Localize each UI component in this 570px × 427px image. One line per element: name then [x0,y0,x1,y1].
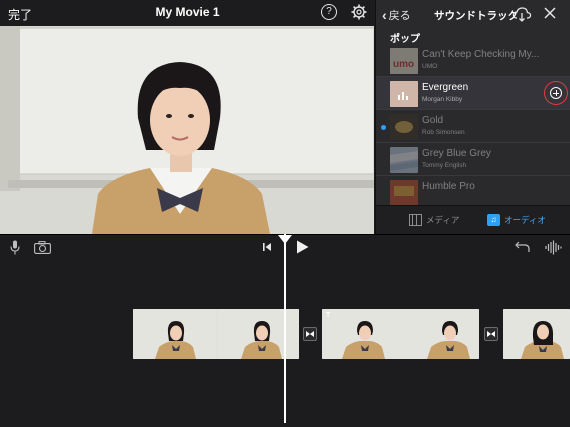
clip-thumbnails [133,309,299,359]
transition-button[interactable] [484,327,498,341]
clip-thumbnails [322,309,479,359]
chevron-left-icon: ‹ [382,6,387,23]
album-art [390,81,418,107]
help-button[interactable]: ? [321,4,337,20]
top-toolbar: 完了 My Movie 1 ? [0,0,375,26]
track-row-selected[interactable]: Evergreen Morgan Kibby [376,77,570,110]
track-artist: Tommy English [422,162,467,169]
camera-icon[interactable] [34,241,51,254]
microphone-icon[interactable] [10,240,20,255]
film-icon [409,214,422,226]
close-icon[interactable] [544,7,556,19]
svg-text:umo: umo [393,59,414,70]
track-title: Gold [422,115,444,126]
project-title: My Movie 1 [155,5,220,19]
in-use-indicator [381,125,386,130]
audio-waveform-icon[interactable] [545,240,562,255]
play-icon[interactable] [296,240,309,254]
video-preview[interactable] [0,26,374,234]
tab-media-label: メディア [426,215,460,225]
undo-icon[interactable] [515,241,530,253]
transition-button[interactable] [303,327,317,341]
back-label: 戻る [388,10,411,22]
track-artist: Morgan Kibby [422,96,463,103]
cloud-download-icon[interactable] [512,6,532,22]
panel-header: ‹ 戻る サウンドトラック [376,0,570,30]
genre-section-header: ポップ [390,34,420,45]
video-clip[interactable] [133,309,299,359]
video-frame [0,26,374,234]
video-clip[interactable] [322,309,479,359]
track-artist: UMO [422,63,438,70]
soundtrack-panel: ‹ 戻る サウンドトラック ポップ umo Can't Keep Checkin… [375,0,570,234]
video-clip[interactable] [503,309,570,359]
album-art: umo [390,48,418,74]
panel-title: サウンドトラック [434,10,518,22]
track-row[interactable]: Grey Blue Grey Tommy English [376,143,570,176]
back-button[interactable]: ‹ 戻る [382,7,411,23]
album-art [390,147,418,173]
track-list[interactable]: umo Can't Keep Checking My... UMO Evergr… [376,44,570,205]
album-art [390,114,418,140]
plus-circle-icon [550,87,562,99]
skip-to-start-icon[interactable] [262,242,272,252]
album-art [390,180,418,205]
tab-audio-label: オーディオ [504,215,546,225]
music-note-icon: ♫ [487,214,500,226]
track-artist: Rob Simonsen [422,129,465,136]
add-track-button[interactable] [544,81,568,105]
track-title: Grey Blue Grey [422,148,491,159]
title-marker-icon: T [326,312,331,319]
track-title: Humble Pro [422,181,475,192]
track-row[interactable]: umo Can't Keep Checking My... UMO [376,44,570,77]
playhead-line[interactable] [284,234,286,423]
track-row[interactable]: Gold Rob Simonsen [376,110,570,143]
media-tab-bar: メディア ♫ オーディオ [376,205,570,234]
track-row[interactable]: Humble Pro [376,176,570,205]
tab-media[interactable]: メディア [409,214,459,226]
clip-thumbnails [503,309,570,359]
track-title: Can't Keep Checking My... [422,49,540,60]
tab-audio[interactable]: ♫ オーディオ [487,214,546,226]
track-title: Evergreen [422,82,469,93]
gear-icon[interactable] [351,4,367,20]
